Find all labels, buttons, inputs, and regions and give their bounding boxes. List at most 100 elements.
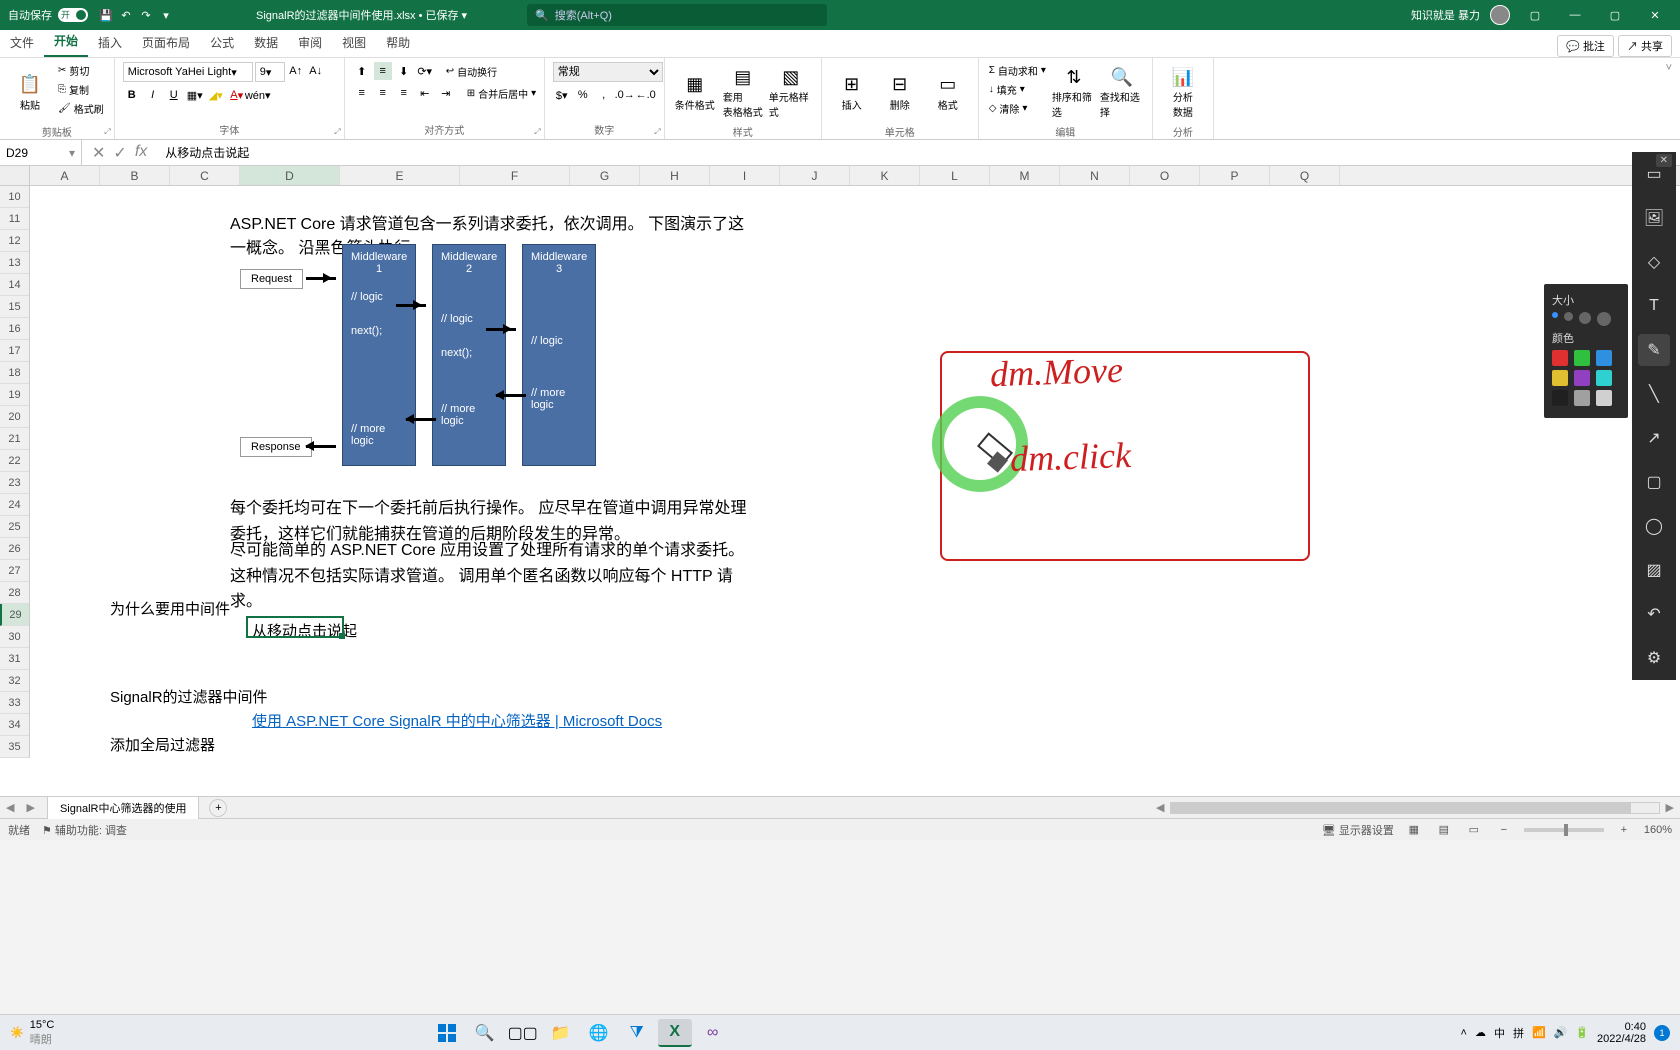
draw-rect-icon[interactable]: ▢ [1638,466,1670,498]
col-header-k[interactable]: K [850,166,920,185]
col-header-f[interactable]: F [460,166,570,185]
col-header-h[interactable]: H [640,166,710,185]
tab-home[interactable]: 开始 [44,26,88,57]
col-header-l[interactable]: L [920,166,990,185]
font-size-select[interactable]: 9 ▾ [255,62,285,82]
autosave-toggle[interactable]: 自动保存 开 [0,7,96,23]
font-name-select[interactable]: Microsoft YaHei Light ▾ [123,62,253,82]
phonetic-icon[interactable]: wén▾ [249,86,267,104]
table-format-button[interactable]: ▤套用 表格格式 [721,62,765,122]
col-header-b[interactable]: B [100,166,170,185]
row-header-26[interactable]: 26 [0,538,29,560]
ribbon-mode-icon[interactable]: ▢ [1520,9,1550,22]
weather-widget[interactable]: ☀️ 15°C晴朗 [0,1019,64,1047]
filename-label[interactable]: SignalR的过滤器中间件使用.xlsx • 已保存 ▾ [256,7,467,23]
size-small[interactable] [1552,312,1558,318]
close-icon[interactable]: ✕ [1640,9,1670,22]
color-swatch[interactable] [1596,350,1612,366]
excel-icon[interactable]: X [658,1019,692,1047]
color-swatch[interactable] [1574,390,1590,406]
start-button[interactable] [430,1019,464,1047]
avatar[interactable] [1490,5,1510,25]
fill-color-icon[interactable]: ◢▾ [207,86,225,104]
draw-pen-icon[interactable]: ✎ [1638,334,1670,366]
row-header-34[interactable]: 34 [0,714,29,736]
zoom-out-icon[interactable]: − [1494,824,1514,836]
align-top-icon[interactable]: ⬆ [353,62,371,80]
minimize-icon[interactable]: — [1560,9,1590,21]
search-box[interactable]: 🔍 搜索(Alt+Q) [527,4,827,26]
align-launcher-icon[interactable]: ⤢ [534,127,540,137]
row-header-17[interactable]: 17 [0,340,29,362]
number-format-select[interactable]: 常规 [553,62,663,82]
col-header-o[interactable]: O [1130,166,1200,185]
size-xlarge[interactable] [1597,312,1611,326]
row-header-21[interactable]: 21 [0,428,29,450]
orientation-icon[interactable]: ⟳▾ [416,62,434,80]
increase-font-icon[interactable]: A↑ [287,62,305,80]
clock[interactable]: 0:402022/4/28 [1597,1021,1646,1045]
row-header-35[interactable]: 35 [0,736,29,758]
decrease-font-icon[interactable]: A↓ [307,62,325,80]
dec-decimal-icon[interactable]: ←.0 [637,86,655,104]
color-swatch[interactable] [1552,370,1568,386]
row-header-27[interactable]: 27 [0,560,29,582]
copy-button[interactable]: ⎘ 复制 [56,81,106,98]
collapse-ribbon-icon[interactable]: ˅ [1658,58,1680,139]
row-header-29[interactable]: 29 [0,604,29,626]
file-explorer-icon[interactable]: 📁 [544,1019,578,1047]
ime-indicator[interactable]: 中 [1494,1025,1505,1041]
find-select-button[interactable]: 🔍查找和选择 [1100,62,1144,122]
inc-decimal-icon[interactable]: .0→ [616,86,634,104]
select-all-corner[interactable] [0,166,30,185]
col-header-a[interactable]: A [30,166,100,185]
tab-formulas[interactable]: 公式 [200,28,244,57]
currency-icon[interactable]: $▾ [553,86,571,104]
merge-center-button[interactable]: ⊞ 合并后居中 ▾ [465,85,538,102]
color-swatch[interactable] [1552,350,1568,366]
sort-filter-button[interactable]: ⇅排序和筛选 [1052,62,1096,122]
row-header-14[interactable]: 14 [0,274,29,296]
undo-icon[interactable]: ↶ [116,9,136,22]
tab-layout[interactable]: 页面布局 [132,28,200,57]
battery-icon[interactable]: 🔋 [1575,1026,1589,1039]
bold-icon[interactable]: B [123,86,141,104]
row-header-16[interactable]: 16 [0,318,29,340]
cut-button[interactable]: ✂ 剪切 [56,62,106,79]
row-header-28[interactable]: 28 [0,582,29,604]
fx-icon[interactable]: fx [135,143,147,163]
sheet-nav-prev-icon[interactable]: ◀ [0,801,20,814]
sheet-nav-next-icon[interactable]: ▶ [20,801,40,814]
wrap-text-button[interactable]: ↩ 自动换行 [444,63,499,80]
align-left-icon[interactable]: ≡ [353,84,371,102]
accessibility-status[interactable]: ⚑ 辅助功能: 调查 [42,822,127,838]
active-cell-d29[interactable] [246,616,344,638]
clipboard-launcher-icon[interactable]: ⤢ [104,127,110,137]
sheet-tab-active[interactable]: SignalR中心筛选器的使用 [47,796,200,819]
visual-studio-icon[interactable]: ∞ [696,1019,730,1047]
paste-button[interactable]: 📋粘贴 [8,62,52,122]
zoom-level[interactable]: 160% [1644,824,1672,836]
size-med[interactable] [1564,312,1573,321]
draw-arrow-icon[interactable]: ↗ [1638,422,1670,454]
col-header-g[interactable]: G [570,166,640,185]
font-color-icon[interactable]: A▾ [228,86,246,104]
row-header-15[interactable]: 15 [0,296,29,318]
view-normal-icon[interactable]: ▦ [1404,823,1424,836]
row-header-20[interactable]: 20 [0,406,29,428]
draw-ellipse-icon[interactable]: ◯ [1638,510,1670,542]
font-launcher-icon[interactable]: ⤢ [334,127,340,137]
vscode-icon[interactable]: ⧩ [620,1019,654,1047]
col-header-e[interactable]: E [340,166,460,185]
view-page-layout-icon[interactable]: ▤ [1434,823,1454,836]
number-launcher-icon[interactable]: ⤢ [654,127,660,137]
draw-image-icon[interactable]: 🖼 [1638,202,1670,234]
row-header-10[interactable]: 10 [0,186,29,208]
border-icon[interactable]: ▦▾ [186,86,204,104]
tab-insert[interactable]: 插入 [88,28,132,57]
align-middle-icon[interactable]: ≡ [374,62,392,80]
indent-inc-icon[interactable]: ⇥ [437,84,455,102]
edge-icon[interactable]: 🌐 [582,1019,616,1047]
taskbar-search-icon[interactable]: 🔍 [468,1019,502,1047]
row-header-18[interactable]: 18 [0,362,29,384]
